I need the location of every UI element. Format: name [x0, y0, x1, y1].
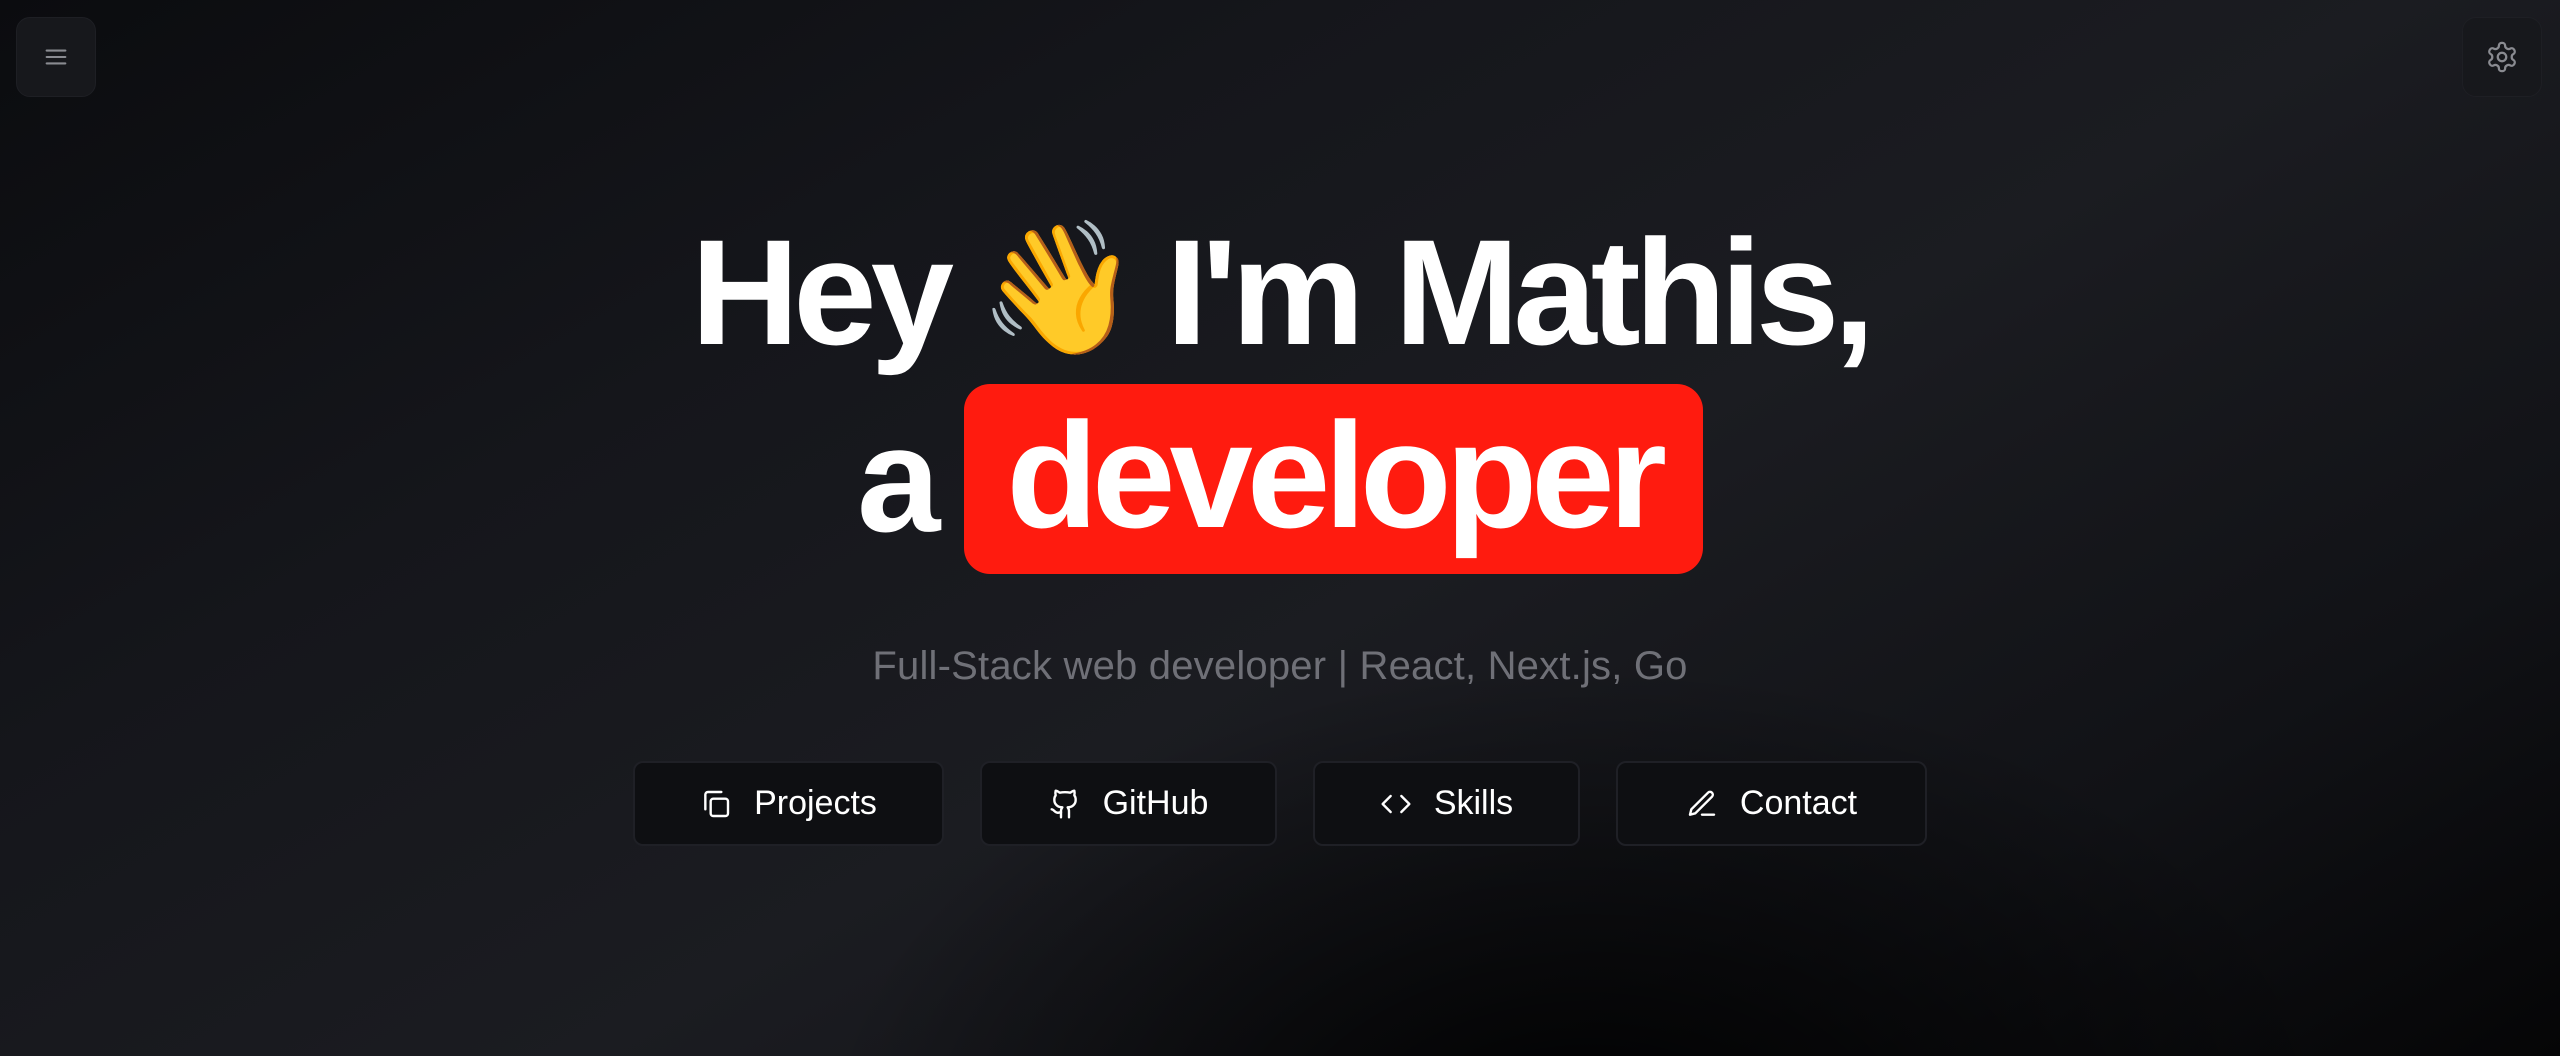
pencil-icon: [1686, 788, 1718, 820]
github-button[interactable]: GitHub: [980, 761, 1277, 846]
copy-icon: [700, 788, 732, 820]
skills-label: Skills: [1433, 784, 1514, 822]
skills-button[interactable]: Skills: [1313, 761, 1580, 846]
github-icon: [1049, 788, 1081, 820]
article-text: a: [856, 395, 940, 563]
intro-text: I'm Mathis,: [1165, 208, 1875, 377]
headline-line-2: a developer: [0, 384, 2560, 574]
github-label: GitHub: [1102, 784, 1209, 822]
projects-button[interactable]: Projects: [633, 761, 944, 846]
projects-label: Projects: [754, 784, 877, 822]
role-highlight: developer: [964, 384, 1704, 574]
subtitle: Full-Stack web developer | React, Next.j…: [872, 644, 1688, 688]
greeting-text: Hey: [690, 208, 954, 377]
code-icon: [1380, 788, 1412, 820]
contact-label: Contact: [1739, 784, 1858, 822]
waving-hand-icon: 👋: [978, 212, 1140, 365]
contact-button[interactable]: Contact: [1616, 761, 1927, 846]
hero-section: Hey 👋 I'm Mathis, a developer Full-Stack we…: [0, 0, 2560, 1056]
headline-line-1: Hey 👋 I'm Mathis,: [0, 205, 2560, 367]
action-buttons: Projects GitHub Skills Contact: [0, 761, 2560, 846]
